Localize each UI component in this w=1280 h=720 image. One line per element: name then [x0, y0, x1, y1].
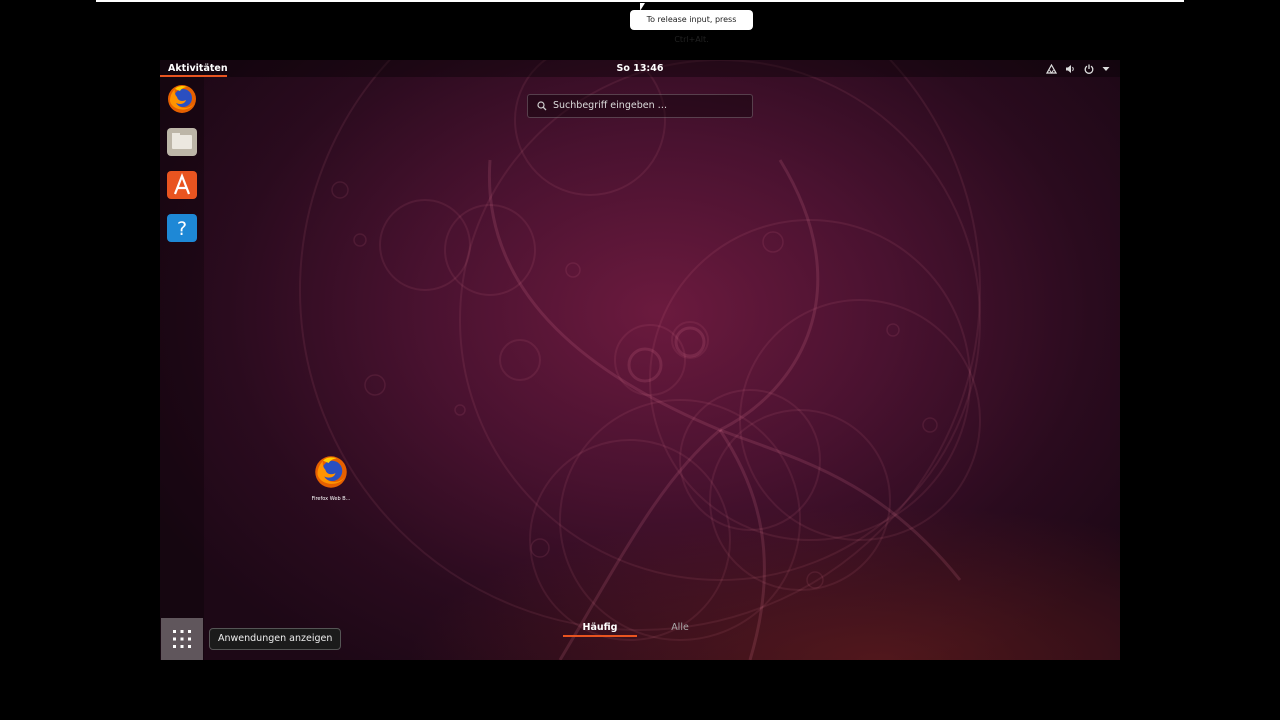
- svg-text:?: ?: [177, 218, 187, 240]
- clock-label[interactable]: So 13:46: [617, 63, 664, 74]
- show-applications-tooltip: Anwendungen anzeigen: [209, 628, 342, 650]
- clock: So 13:46: [160, 60, 1120, 77]
- software-center-icon: [167, 171, 197, 199]
- search-icon: [537, 101, 547, 114]
- desktop-icon-label: Firefox Web B...: [311, 496, 351, 502]
- system-tray[interactable]: [1046, 60, 1110, 77]
- network-icon[interactable]: [1046, 63, 1057, 74]
- dock-item-firefox[interactable]: [165, 82, 199, 116]
- help-icon: ?: [167, 214, 197, 242]
- vm-window-border: [96, 0, 1184, 2]
- search-input[interactable]: Suchbegriff eingeben …: [527, 94, 753, 118]
- chevron-down-icon[interactable]: [1102, 66, 1110, 72]
- dock: ?: [160, 77, 204, 660]
- dock-item-software[interactable]: [165, 168, 199, 202]
- app-grid-icon: [173, 630, 191, 648]
- desktop-icon-firefox[interactable]: Firefox Web B...: [310, 454, 352, 502]
- show-applications-button[interactable]: [161, 618, 203, 660]
- search-placeholder: Suchbegriff eingeben …: [553, 100, 668, 111]
- wallpaper-pattern: [299, 60, 981, 660]
- release-input-tooltip: To release input, press Ctrl+Alt.: [630, 10, 753, 44]
- ubuntu-desktop-screen: Aktivitäten So 13:46 ? Anwendungen anzei…: [160, 60, 1120, 660]
- tab-all[interactable]: Alle: [643, 621, 717, 637]
- firefox-icon: [315, 456, 347, 488]
- activities-label: Aktivitäten: [168, 63, 228, 74]
- power-icon[interactable]: [1084, 64, 1094, 74]
- volume-icon[interactable]: [1065, 64, 1076, 74]
- firefox-icon: [168, 85, 196, 113]
- activities-button[interactable]: Aktivitäten: [160, 60, 236, 77]
- tab-frequent[interactable]: Häufig: [563, 621, 637, 637]
- app-view-tabs: Häufig Alle: [563, 621, 717, 637]
- files-icon: [167, 128, 197, 156]
- dock-item-help[interactable]: ?: [165, 211, 199, 245]
- dock-item-files[interactable]: [165, 125, 199, 159]
- top-bar: Aktivitäten So 13:46: [160, 60, 1120, 77]
